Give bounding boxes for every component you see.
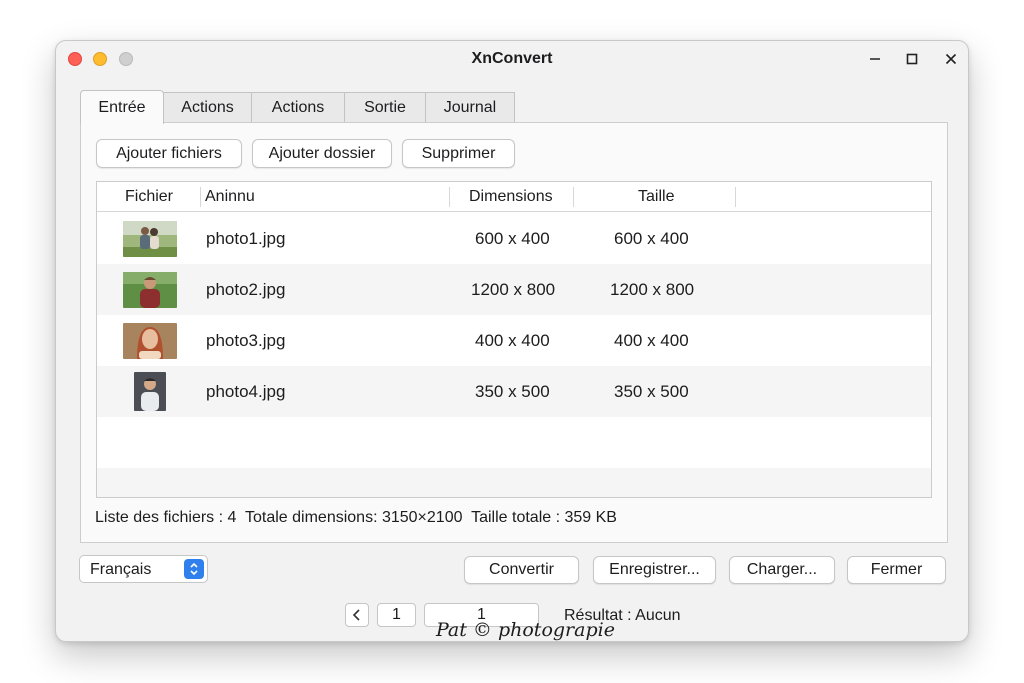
maximize-icon bbox=[906, 53, 918, 65]
file-table[interactable]: Fichier Aninnu Dimensions Taille photo1.… bbox=[96, 181, 932, 498]
close-button[interactable] bbox=[938, 47, 964, 71]
file-name: photo3.jpg bbox=[206, 331, 286, 350]
file-name: photo2.jpg bbox=[206, 280, 286, 299]
file-size: 350 x 500 bbox=[614, 382, 689, 401]
column-header-size[interactable]: Taille bbox=[638, 188, 674, 206]
title-bar: XnConvert bbox=[56, 41, 968, 77]
file-dimensions: 400 x 400 bbox=[475, 331, 550, 350]
file-dimensions: 350 x 500 bbox=[475, 382, 550, 401]
photo4-thumbnail bbox=[134, 372, 166, 411]
column-header-dimensions[interactable]: Dimensions bbox=[469, 188, 553, 206]
tab-actions-1[interactable]: Actions bbox=[163, 92, 252, 123]
convert-button[interactable]: Convertir bbox=[464, 556, 579, 584]
app-window: XnConvert Entrée Actions Actions Sortie … bbox=[55, 40, 969, 642]
load-button[interactable]: Charger... bbox=[729, 556, 835, 584]
tab-journal[interactable]: Journal bbox=[425, 92, 515, 123]
minimize-button[interactable] bbox=[862, 47, 888, 71]
file-list-status: Liste des fichiers : 4 Totale dimensions… bbox=[95, 509, 617, 526]
add-folder-button[interactable]: Ajouter dossier bbox=[252, 139, 392, 168]
column-separator[interactable] bbox=[200, 187, 201, 207]
file-name: photo4.jpg bbox=[206, 382, 286, 401]
empty-row bbox=[97, 468, 931, 497]
save-button[interactable]: Enregistrer... bbox=[593, 556, 716, 584]
photo2-thumbnail bbox=[123, 272, 177, 308]
watermark-signature: Pat © photograpie bbox=[436, 619, 615, 641]
table-row[interactable]: photo3.jpg 400 x 400 400 x 400 bbox=[97, 315, 931, 366]
table-header: Fichier Aninnu Dimensions Taille bbox=[97, 182, 931, 212]
column-header-file[interactable]: Fichier bbox=[125, 188, 173, 206]
file-size: 600 x 400 bbox=[614, 229, 689, 248]
page-number[interactable]: 1 bbox=[377, 603, 416, 627]
photo3-thumbnail bbox=[123, 323, 177, 359]
language-select-value: Français bbox=[90, 561, 152, 578]
input-panel: Ajouter fichiers Ajouter dossier Supprim… bbox=[80, 122, 948, 543]
close-dialog-button[interactable]: Fermer bbox=[847, 556, 946, 584]
table-row[interactable]: photo4.jpg 350 x 500 350 x 500 bbox=[97, 366, 931, 417]
maximize-button[interactable] bbox=[899, 47, 925, 71]
add-files-button[interactable]: Ajouter fichiers bbox=[96, 139, 242, 168]
file-size: 400 x 400 bbox=[614, 331, 689, 350]
column-separator[interactable] bbox=[573, 187, 574, 207]
file-dimensions: 600 x 400 bbox=[475, 229, 550, 248]
tab-actions-2[interactable]: Actions bbox=[251, 92, 345, 123]
file-size: 1200 x 800 bbox=[610, 280, 695, 299]
file-name: photo1.jpg bbox=[206, 229, 286, 248]
column-separator[interactable] bbox=[449, 187, 450, 207]
tab-entree[interactable]: Entrée bbox=[80, 90, 164, 124]
empty-row bbox=[97, 417, 931, 468]
remove-button[interactable]: Supprimer bbox=[402, 139, 515, 168]
minimize-icon bbox=[870, 58, 880, 60]
language-select[interactable]: Français bbox=[79, 555, 208, 583]
window-title: XnConvert bbox=[471, 50, 553, 67]
tab-sortie[interactable]: Sortie bbox=[344, 92, 426, 123]
photo1-thumbnail bbox=[123, 221, 177, 257]
previous-page-button[interactable] bbox=[345, 603, 369, 627]
close-icon bbox=[945, 53, 957, 65]
column-separator[interactable] bbox=[735, 187, 736, 207]
table-row[interactable]: photo1.jpg 600 x 400 600 x 400 bbox=[97, 213, 931, 264]
column-header-name[interactable]: Aninnu bbox=[205, 188, 255, 206]
chevron-left-icon bbox=[352, 609, 360, 621]
up-down-chevron-icon[interactable] bbox=[184, 559, 204, 579]
table-row[interactable]: photo2.jpg 1200 x 800 1200 x 800 bbox=[97, 264, 931, 315]
file-dimensions: 1200 x 800 bbox=[471, 280, 556, 299]
